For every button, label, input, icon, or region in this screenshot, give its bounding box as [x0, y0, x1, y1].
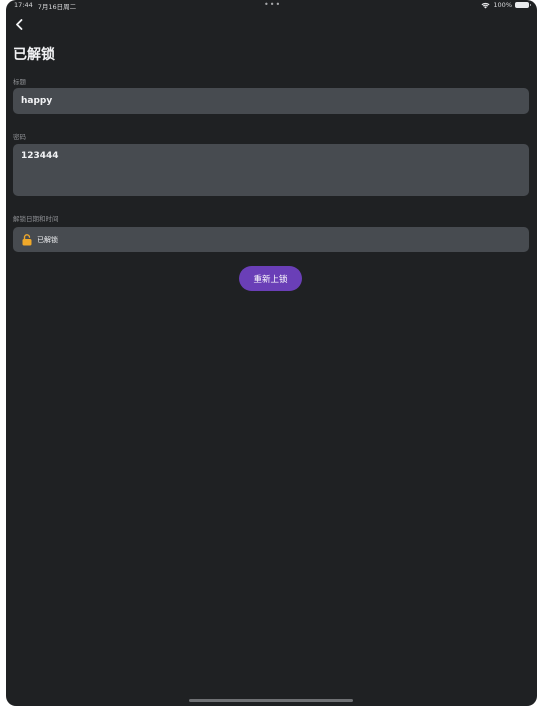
status-date: 7月16日周二: [37, 3, 77, 11]
unlock-status-text: 已解锁: [37, 235, 58, 244]
unlock-datetime-field[interactable]: 已解锁: [13, 227, 529, 252]
wifi-icon: [481, 2, 490, 8]
unlocked-padlock-icon: [22, 233, 32, 245]
battery-icon: [515, 2, 531, 8]
password-input[interactable]: 123444: [13, 144, 529, 196]
battery-percent: 100%: [493, 1, 512, 9]
app-window: 17:44 7月16日周二 ••• 100% 已解锁 标题 happy 密码 1…: [6, 0, 537, 706]
unlock-datetime-label: 解锁日期和时间: [13, 215, 59, 223]
status-bar: 17:44 7月16日周二 ••• 100%: [6, 0, 537, 12]
title-input[interactable]: happy: [13, 88, 529, 114]
back-button[interactable]: [10, 15, 28, 33]
title-label: 标题: [13, 78, 26, 86]
relock-button[interactable]: 重新上锁: [239, 266, 302, 291]
password-label: 密码: [13, 133, 26, 141]
page-title: 已解锁: [13, 47, 55, 63]
chevron-left-icon: [15, 18, 22, 30]
status-time: 17:44: [14, 1, 33, 9]
status-right: 100%: [481, 1, 531, 9]
home-indicator[interactable]: [189, 699, 353, 702]
status-left: 17:44 7月16日周二: [14, 1, 76, 11]
multitasking-dots[interactable]: •••: [264, 0, 281, 9]
